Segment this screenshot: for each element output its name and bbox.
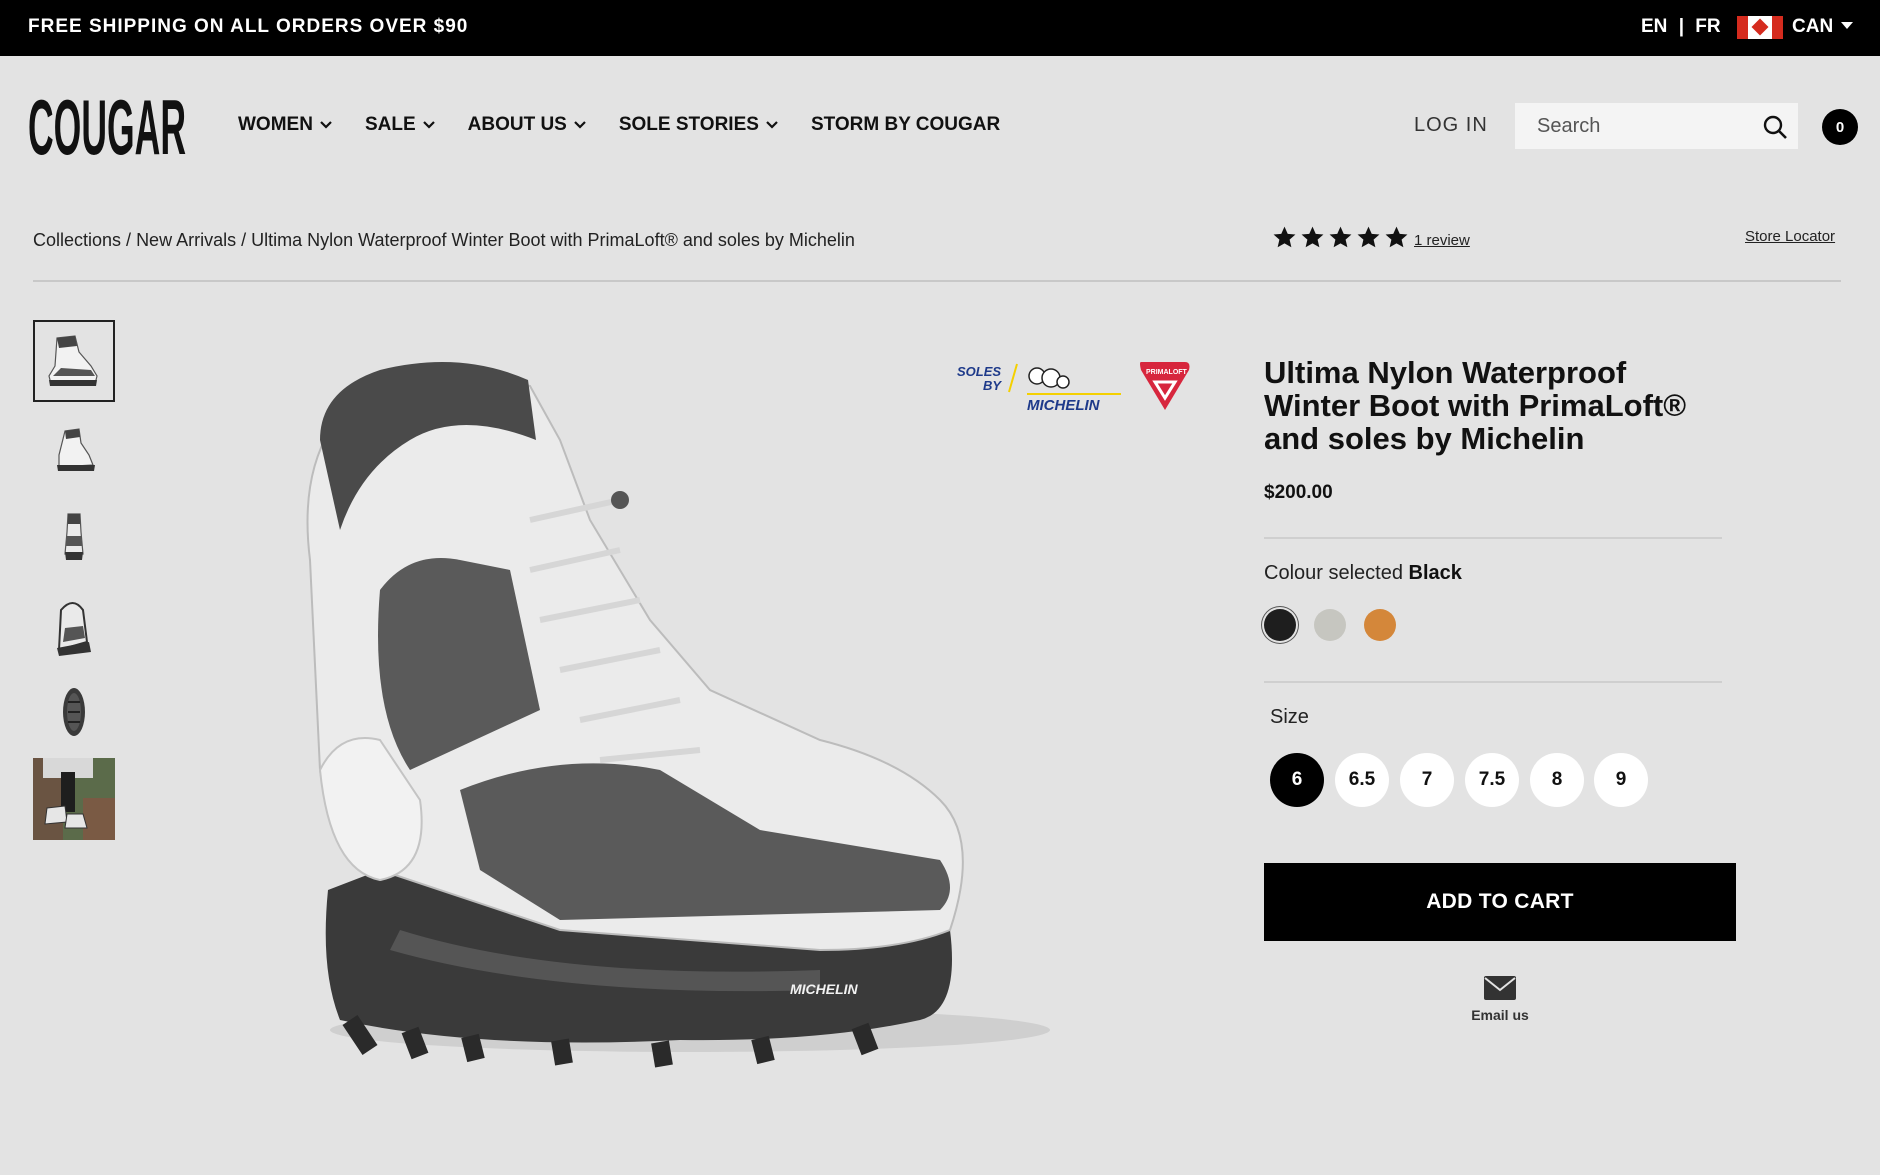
email-us-label: Email us (1471, 1007, 1529, 1023)
star-icon (1385, 226, 1408, 248)
product-price: $200.00 (1264, 482, 1333, 503)
nav-storm-by-cougar[interactable]: STORM BY COUGAR (811, 114, 1000, 136)
nav-sole-stories-label: SOLE STORIES (618, 114, 759, 135)
chevron-down-icon (422, 121, 435, 129)
product-title: Ultima Nylon Waterproof Winter Boot with… (1264, 355, 1687, 456)
size-label: Size (1270, 706, 1309, 728)
thumbnail-sole-view[interactable] (33, 670, 115, 752)
cart-button[interactable]: 0 (1822, 109, 1858, 145)
size-option-6-5[interactable]: 6.5 (1335, 753, 1389, 807)
thumbnail-side-view[interactable] (33, 320, 115, 402)
swatch-black[interactable] (1264, 609, 1296, 641)
star-icon (1301, 226, 1324, 248)
breadcrumb-new-arrivals[interactable]: New Arrivals (136, 230, 236, 250)
boot-thumbnail-image (57, 602, 91, 656)
canada-flag-icon[interactable] (1737, 16, 1783, 39)
announcement-bar: FREE SHIPPING ON ALL ORDERS OVER $90 EN … (0, 0, 1880, 56)
colour-label: Colour selected Black (1264, 562, 1462, 585)
breadcrumb-current: Ultima Nylon Waterproof Winter Boot with… (251, 230, 855, 250)
divider (1264, 537, 1722, 539)
divider (1264, 681, 1722, 683)
chevron-down-icon[interactable] (1841, 22, 1853, 29)
breadcrumb-separator: / (126, 230, 132, 250)
language-switcher: EN | FR (1641, 16, 1721, 38)
country-selector[interactable]: CAN (1792, 16, 1833, 38)
nav-women[interactable]: WOMEN (238, 114, 333, 136)
boot-thumbnail-image (57, 428, 95, 471)
lifestyle-photo-image (33, 758, 115, 840)
chevron-down-icon (766, 121, 778, 129)
michelin-sole-mark: MICHELIN (790, 981, 859, 997)
search-input[interactable] (1515, 103, 1755, 149)
lang-separator: | (1678, 16, 1685, 37)
nav-sole-stories[interactable]: SOLE STORIES (619, 114, 779, 136)
svg-text:COUGAR: COUGAR (28, 92, 186, 162)
chevron-down-icon (574, 121, 586, 129)
swatch-orange[interactable] (1364, 609, 1396, 641)
product-main-image[interactable]: MICHELIN (260, 330, 1160, 1100)
chevron-down-icon (320, 121, 332, 129)
swatch-grey[interactable] (1314, 609, 1346, 641)
lang-en-link[interactable]: EN (1641, 16, 1667, 37)
nav-storm-label: STORM BY COUGAR (810, 114, 1001, 135)
add-to-cart-button[interactable]: ADD TO CART (1264, 863, 1736, 941)
size-option-9[interactable]: 9 (1594, 753, 1648, 807)
nav-women-label: WOMEN (238, 114, 313, 135)
main-nav: WOMEN SALE ABOUT US SOLE STORIES STORM B… (238, 114, 1032, 136)
thumbnail-front-view[interactable] (33, 496, 115, 578)
search-box (1515, 103, 1798, 149)
breadcrumb-row: Collections / New Arrivals / Ultima Nylon Wa… (0, 196, 1880, 282)
star-rating[interactable] (1272, 225, 1409, 250)
star-icon (1357, 226, 1380, 248)
colour-selected-value: Black (1408, 562, 1462, 584)
cougar-logo[interactable]: COUGAR (28, 92, 186, 162)
nav-about-us[interactable]: ABOUT US (468, 114, 587, 136)
colour-label-text: Colour selected (1264, 562, 1403, 584)
cart-count: 0 (1835, 118, 1845, 136)
site-header: COUGAR WOMEN SALE ABOUT US SOLE STORIES … (0, 56, 1880, 196)
email-us-button[interactable]: Email us (1460, 975, 1540, 1025)
nav-sale-label: SALE (364, 114, 416, 135)
lang-fr-link[interactable]: FR (1695, 16, 1720, 37)
thumbnail-lifestyle[interactable] (33, 758, 115, 840)
search-icon[interactable] (1762, 114, 1788, 140)
breadcrumb: Collections / New Arrivals / Ultima Nylon Wa… (33, 230, 855, 251)
size-option-8[interactable]: 8 (1530, 753, 1584, 807)
breadcrumb-separator: / (241, 230, 247, 250)
divider (33, 280, 1841, 282)
promo-text: FREE SHIPPING ON ALL ORDERS OVER $90 (28, 16, 469, 37)
nav-sale[interactable]: SALE (365, 114, 436, 136)
breadcrumb-collections[interactable]: Collections (33, 230, 121, 250)
star-icon (1329, 226, 1352, 248)
boot-thumbnail-image (64, 513, 84, 560)
store-locator-link[interactable]: Store Locator (1745, 228, 1835, 245)
boot-thumbnail-image (48, 335, 98, 386)
login-link[interactable]: LOG IN (1414, 114, 1488, 137)
boot-thumbnail-image (63, 688, 85, 736)
review-link[interactable]: 1 review (1414, 232, 1470, 249)
size-option-6[interactable]: 6 (1270, 753, 1324, 807)
nav-about-us-label: ABOUT US (467, 114, 567, 135)
size-option-7[interactable]: 7 (1400, 753, 1454, 807)
thumbnail-back-view[interactable] (33, 584, 115, 666)
envelope-icon (1484, 976, 1516, 1000)
size-option-7-5[interactable]: 7.5 (1465, 753, 1519, 807)
star-icon (1273, 226, 1296, 248)
thumbnail-side-view-alt[interactable] (33, 409, 115, 491)
